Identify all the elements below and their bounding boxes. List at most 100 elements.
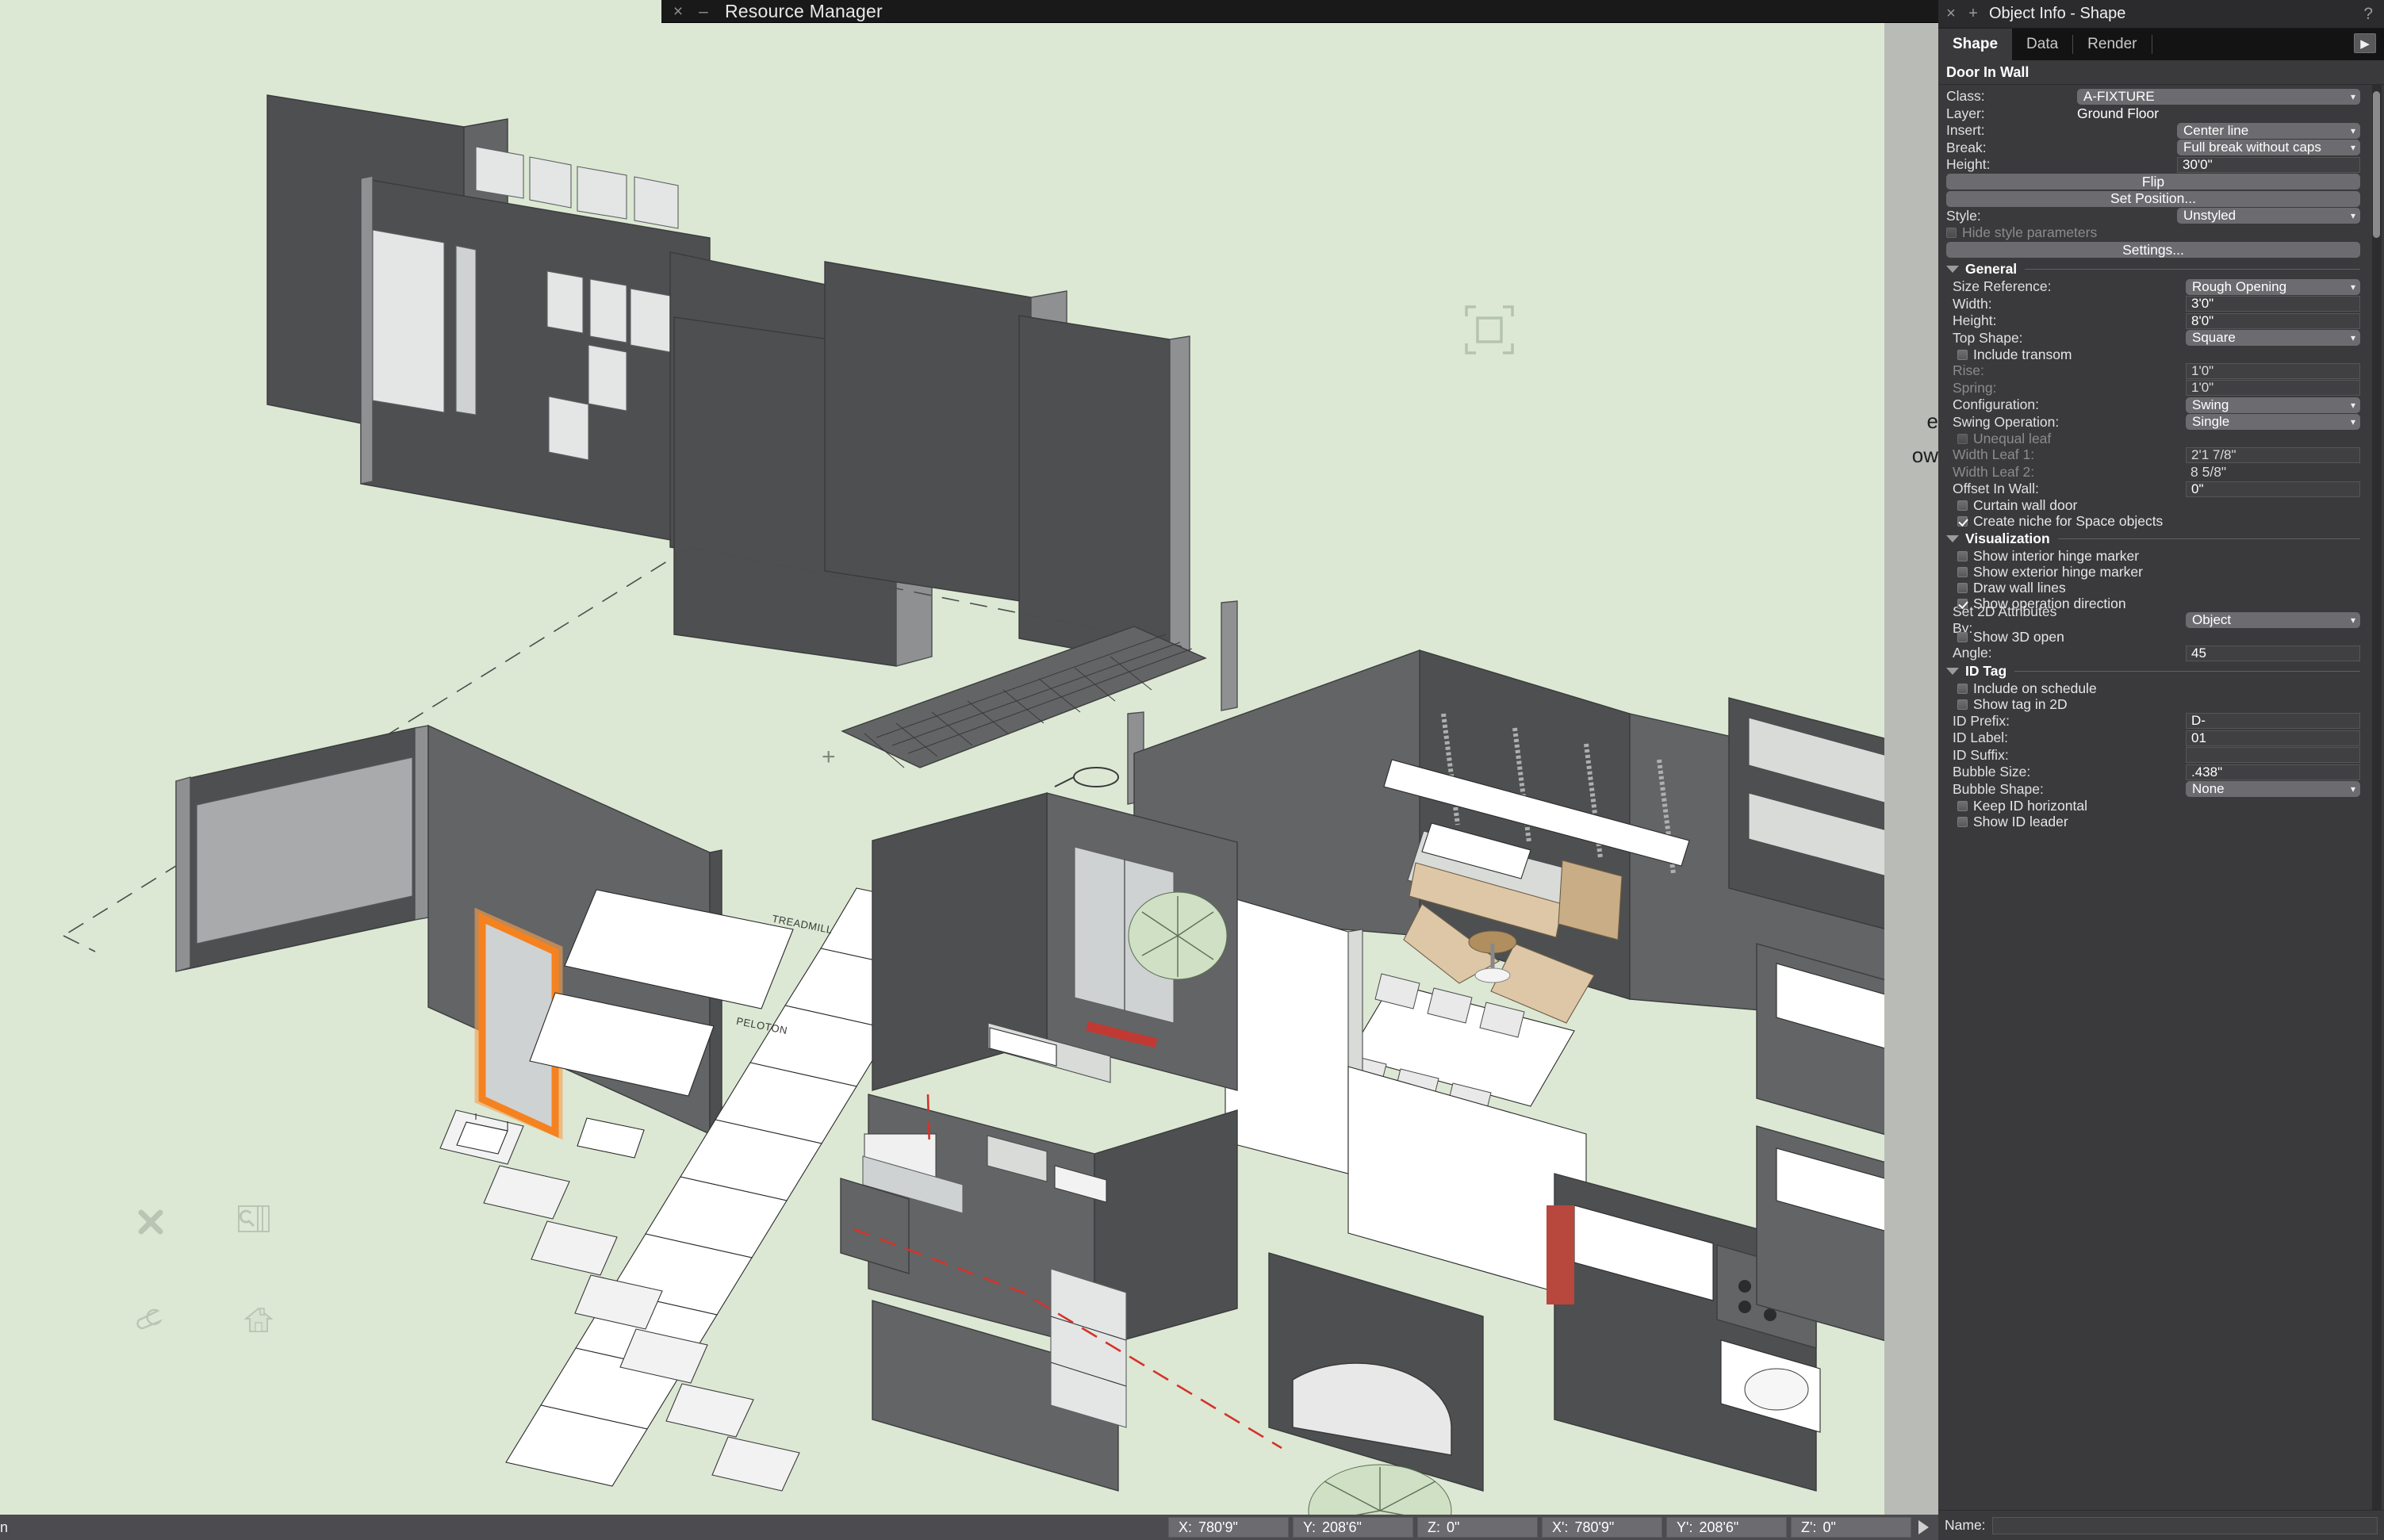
checkbox-include-on-schedule[interactable]: Include on schedule — [1946, 680, 2360, 697]
group-general[interactable]: General — [1945, 260, 2360, 278]
create-niche-checkbox-box[interactable] — [1957, 516, 1968, 527]
field-bubble-size[interactable]: Bubble Size: .438" — [1946, 764, 2360, 781]
object-info-scrollbar[interactable] — [2372, 85, 2382, 1510]
include-transom-checkbox-box[interactable] — [1957, 349, 1968, 360]
field-wall-height[interactable]: Height: 30'0" — [1946, 156, 2360, 174]
field-id-label[interactable]: ID Label: 01 — [1946, 730, 2360, 747]
tab-render[interactable]: Render — [2073, 29, 2151, 60]
field-id-suffix[interactable]: ID Suffix: — [1946, 747, 2360, 764]
home-icon[interactable] — [244, 1307, 273, 1334]
set-position-row[interactable]: Set Position... — [1946, 190, 2360, 208]
width-input[interactable]: 3'0" — [2186, 296, 2360, 312]
tab-shape[interactable]: Shape — [1938, 29, 2013, 60]
status-bar-more-icon[interactable] — [1918, 1520, 1929, 1534]
field-size-reference[interactable]: Size Reference: Rough Opening ▾ — [1946, 278, 2360, 296]
show-interior-hinge-checkbox-box[interactable] — [1957, 551, 1968, 561]
checkbox-show-exterior-hinge-marker[interactable]: Show exterior hinge marker — [1946, 564, 2360, 580]
visualization-disclosure-icon[interactable] — [1946, 535, 1959, 542]
field-height[interactable]: Height: 8'0" — [1946, 312, 2360, 330]
flip-button[interactable]: Flip — [1946, 174, 2360, 190]
show-tag-in-2d-checkbox-box[interactable] — [1957, 699, 1968, 710]
checkbox-show-interior-hinge-marker[interactable]: Show interior hinge marker — [1946, 548, 2360, 565]
close-x-icon[interactable] — [136, 1208, 165, 1236]
set-position-button[interactable]: Set Position... — [1946, 190, 2360, 207]
background-palette-edge[interactable]: e ow — [1884, 23, 1940, 1515]
expand-palette-icon[interactable]: ▶ — [2354, 33, 2376, 53]
keep-id-horizontal-checkbox-box[interactable] — [1957, 800, 1968, 811]
offset-in-wall-input[interactable]: 0" — [2186, 481, 2360, 497]
checkbox-show-3d-open[interactable]: Show 3D open — [1946, 629, 2360, 645]
group-id-tag[interactable]: ID Tag — [1945, 663, 2360, 680]
checkbox-draw-wall-lines[interactable]: Draw wall lines — [1946, 580, 2360, 596]
angle-input[interactable]: 45 — [2186, 645, 2360, 661]
resource-manager-minimize-icon[interactable]: – — [695, 3, 712, 20]
general-disclosure-icon[interactable] — [1946, 265, 1959, 273]
coordinate-x-prime[interactable]: X': 780'9" — [1542, 1517, 1662, 1538]
toolset-wrench-icon[interactable] — [238, 1205, 270, 1232]
bubble-shape-dropdown[interactable]: None ▾ — [2186, 781, 2360, 798]
field-break[interactable]: Break: Full break without caps ▾ — [1946, 140, 2360, 157]
show-id-leader-checkbox-box[interactable] — [1957, 816, 1968, 827]
coordinate-y-prime[interactable]: Y': 208'6" — [1666, 1517, 1787, 1538]
name-input[interactable] — [1991, 1516, 2378, 1534]
object-name-footer[interactable]: Name: — [1938, 1510, 2384, 1540]
field-bubble-shape[interactable]: Bubble Shape: None ▾ — [1946, 781, 2360, 799]
curtain-wall-door-checkbox-box[interactable] — [1957, 500, 1968, 511]
draw-wall-lines-checkbox-box[interactable] — [1957, 583, 1968, 593]
object-info-palette[interactable]: × + Object Info - Shape ? Shape Data Ren… — [1938, 0, 2384, 1540]
resource-manager-close-icon[interactable]: × — [669, 3, 687, 20]
tab-data[interactable]: Data — [2012, 29, 2072, 60]
top-shape-dropdown[interactable]: Square ▾ — [2186, 330, 2360, 347]
show-operation-direction-checkbox-box[interactable] — [1957, 599, 1968, 609]
field-configuration[interactable]: Configuration: Swing ▾ — [1946, 396, 2360, 414]
class-dropdown[interactable]: A-FIXTURE ▾ — [2077, 88, 2360, 105]
checkbox-create-niche[interactable]: Create niche for Space objects — [1946, 513, 2360, 530]
settings-row[interactable]: Settings... — [1946, 240, 2360, 259]
object-info-titlebar[interactable]: × + Object Info - Shape ? — [1938, 0, 2384, 29]
resource-manager-titlebar[interactable]: × – Resource Manager — [661, 0, 1938, 23]
coordinate-x[interactable]: X: 780'9" — [1168, 1517, 1289, 1538]
field-width[interactable]: Width: 3'0" — [1946, 296, 2360, 313]
coordinate-z[interactable]: Z: 0" — [1417, 1517, 1538, 1538]
swing-operation-dropdown[interactable]: Single ▾ — [2186, 414, 2360, 431]
checkbox-keep-id-horizontal[interactable]: Keep ID horizontal — [1946, 798, 2360, 814]
add-icon[interactable]: + — [1964, 5, 1983, 23]
checkbox-curtain-wall-door[interactable]: Curtain wall door — [1946, 497, 2360, 514]
field-offset-in-wall[interactable]: Offset In Wall: 0" — [1946, 481, 2360, 498]
field-angle[interactable]: Angle: 45 — [1946, 645, 2360, 662]
bubble-size-input[interactable]: .438" — [2186, 764, 2360, 780]
wall-height-input[interactable]: 30'0" — [2177, 156, 2360, 173]
object-info-tabs[interactable]: Shape Data Render ▶ — [1938, 29, 2384, 60]
coordinate-z-prime[interactable]: Z': 0" — [1791, 1517, 1911, 1538]
show-3d-open-checkbox-box[interactable] — [1957, 631, 1968, 642]
height-input[interactable]: 8'0" — [2186, 312, 2360, 329]
field-style[interactable]: Style: Unstyled ▾ — [1946, 208, 2360, 225]
wrench-icon[interactable] — [133, 1307, 165, 1334]
checkbox-include-transom[interactable]: Include transom — [1946, 347, 2360, 362]
checkbox-show-id-leader[interactable]: Show ID leader — [1946, 814, 2360, 829]
field-insert[interactable]: Insert: Center line ▾ — [1946, 122, 2360, 140]
object-info-body[interactable]: Class: A-FIXTURE ▾ Layer: Ground Floor In… — [1938, 84, 2384, 1510]
field-swing-operation[interactable]: Swing Operation: Single ▾ — [1946, 414, 2360, 431]
coordinate-y[interactable]: Y: 208'6" — [1293, 1517, 1413, 1538]
checkbox-show-tag-in-2d[interactable]: Show tag in 2D — [1946, 696, 2360, 713]
break-dropdown[interactable]: Full break without caps ▾ — [2177, 140, 2360, 156]
status-bar[interactable]: on X: 780'9" Y: 208'6" Z: 0" X': 780'9" … — [0, 1515, 1940, 1540]
field-top-shape[interactable]: Top Shape: Square ▾ — [1946, 330, 2360, 347]
style-dropdown[interactable]: Unstyled ▾ — [2177, 208, 2360, 224]
3d-model-scene[interactable]: .wd { fill:#636466; stroke:#3c3d3e; stro… — [0, 0, 1911, 1515]
3d-viewport[interactable]: .wd { fill:#636466; stroke:#3c3d3e; stro… — [0, 0, 1911, 1515]
hide-style-parameters-checkbox-box[interactable] — [1946, 227, 1957, 238]
show-exterior-hinge-checkbox-box[interactable] — [1957, 567, 1968, 577]
close-icon[interactable]: × — [1941, 5, 1960, 23]
field-set-2d-attributes-by[interactable]: Set 2D Attributes By: Object ▾ — [1946, 603, 2360, 636]
checkbox-hide-style-parameters[interactable]: Hide style parameters — [1946, 224, 2360, 240]
insert-dropdown[interactable]: Center line ▾ — [2177, 122, 2360, 139]
configuration-dropdown[interactable]: Swing ▾ — [2186, 396, 2360, 413]
field-id-prefix[interactable]: ID Prefix: D- — [1946, 713, 2360, 730]
id-prefix-input[interactable]: D- — [2186, 713, 2360, 730]
flip-row[interactable]: Flip — [1946, 174, 2360, 191]
include-on-schedule-checkbox-box[interactable] — [1957, 684, 1968, 694]
id-label-input[interactable]: 01 — [2186, 730, 2360, 746]
size-reference-dropdown[interactable]: Rough Opening ▾ — [2186, 278, 2360, 295]
